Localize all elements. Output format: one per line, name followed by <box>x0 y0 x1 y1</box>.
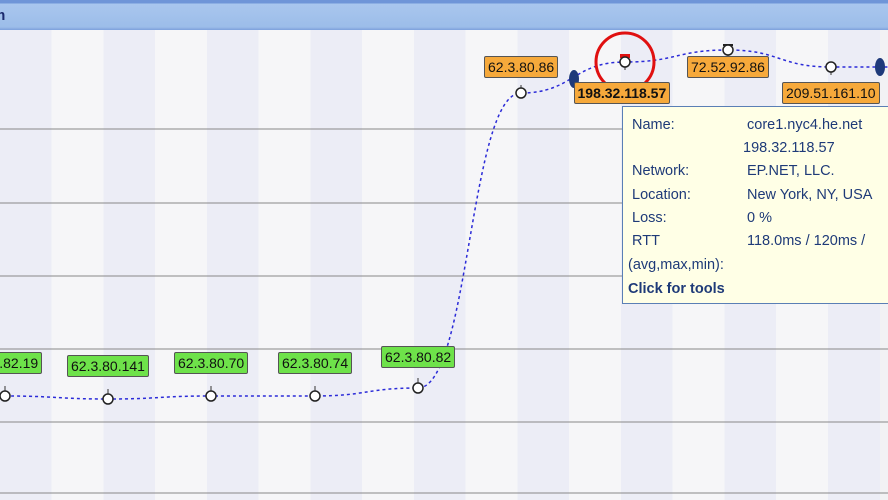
hop-label[interactable]: 209.51.161.10 <box>782 82 880 104</box>
hop-node-icon <box>825 61 837 73</box>
title-bar: m <box>0 0 888 30</box>
rtt-sub-label: (avg,max,min): <box>628 257 724 273</box>
hop-label[interactable]: 72.52.92.86 <box>687 56 769 78</box>
network-label: Network: <box>632 163 690 179</box>
column-stripe <box>362 30 414 500</box>
loss-label: Loss: <box>632 210 667 226</box>
column-stripe <box>103 30 156 500</box>
column-stripe <box>258 30 311 500</box>
column-stripe <box>517 30 570 500</box>
hop-node-icon <box>205 390 217 402</box>
column-stripe <box>465 30 518 500</box>
hop-label[interactable]: 62.3.80.70 <box>174 352 249 374</box>
click-for-tools-link[interactable]: Click for tools <box>628 281 725 297</box>
rtt-value: 118.0ms / 120ms / <box>747 233 866 249</box>
network-value: EP.NET, LLC. <box>747 163 835 179</box>
loss-value: 0 % <box>747 210 772 226</box>
rtt-label: RTT <box>632 233 660 249</box>
window-title: m <box>0 7 5 24</box>
hop-label[interactable]: 62.3.80.82 <box>381 346 456 368</box>
hop-node-icon <box>515 87 527 99</box>
column-stripe <box>0 30 52 500</box>
hop-label[interactable]: 62.3.80.86 <box>484 56 559 78</box>
column-stripe <box>310 30 363 500</box>
name-value: core1.nyc4.he.net <box>747 117 863 133</box>
hop-label[interactable]: 62.3.80.141 <box>67 355 149 377</box>
hop-node-icon <box>309 390 321 402</box>
hop-label[interactable]: 62.3.80.74 <box>278 352 353 374</box>
hop-label[interactable]: 62.3.82.19 <box>0 352 43 374</box>
column-stripe <box>207 30 259 500</box>
hop-node-icon <box>0 390 11 402</box>
segment-marker-icon <box>875 58 885 76</box>
hop-node-icon <box>619 56 631 68</box>
column-stripe <box>414 30 466 500</box>
column-stripe <box>51 30 104 500</box>
location-label: Location: <box>632 187 691 203</box>
ip-value: 198.32.118.57 <box>743 140 835 156</box>
hop-label[interactable]: 198.32.118.57 <box>573 82 671 104</box>
hop-node-icon <box>722 44 734 56</box>
hop-node-icon <box>102 393 114 405</box>
hop-node-icon <box>412 382 424 394</box>
column-stripe <box>155 30 207 500</box>
location-value: New York, NY, USA <box>747 187 873 203</box>
hop-tooltip[interactable]: Name: core1.nyc4.he.net 198.32.118.57 Ne… <box>622 106 888 304</box>
name-label: Name: <box>632 117 675 133</box>
